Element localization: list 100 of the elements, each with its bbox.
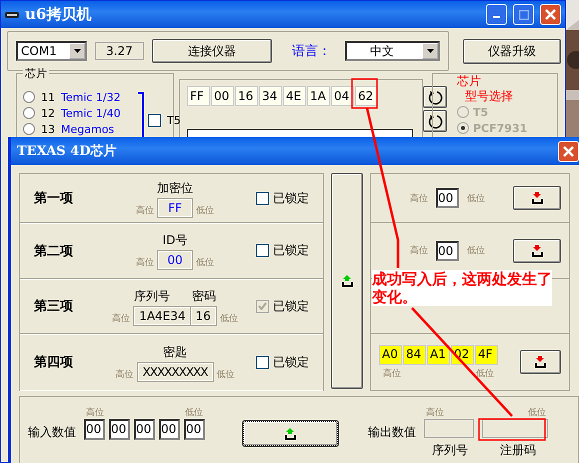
refresh-icon xyxy=(428,90,442,104)
checkbox-label: T5 xyxy=(167,114,181,127)
hex-field[interactable]: 16 xyxy=(235,86,258,106)
value-field[interactable]: 00 xyxy=(436,240,459,260)
radio-button[interactable] xyxy=(23,123,35,135)
high-label: 高位 xyxy=(86,408,104,418)
port-dropdown[interactable]: COM1 xyxy=(16,41,88,61)
refresh-button[interactable] xyxy=(423,110,447,132)
write-button[interactable] xyxy=(243,421,338,446)
value-field: FF xyxy=(158,198,192,216)
field-caption: 密匙 xyxy=(163,344,187,360)
item-label: 第二项 xyxy=(33,242,74,260)
refresh-button[interactable] xyxy=(423,86,447,108)
upload-icon xyxy=(340,275,354,287)
low-label: 低位 xyxy=(216,368,234,380)
checkbox[interactable] xyxy=(148,114,161,127)
hex-field[interactable]: 4E xyxy=(283,86,306,106)
dropdown-caret-icon xyxy=(74,49,81,53)
minimize-button[interactable] xyxy=(486,4,507,25)
field-caption: 序列号 xyxy=(432,442,468,459)
low-label: 低位 xyxy=(528,408,546,418)
checkmark-icon xyxy=(258,302,267,310)
upgrade-button[interactable]: 仪器升级 xyxy=(463,38,561,64)
high-label: 高位 xyxy=(116,368,134,380)
highlight-box xyxy=(478,418,546,441)
value-field[interactable]: 00 xyxy=(436,188,459,208)
group-subtitle: 型号选择 xyxy=(464,89,514,104)
upload-icon xyxy=(283,428,298,440)
checkbox[interactable] xyxy=(256,192,269,204)
read-button[interactable] xyxy=(513,186,561,210)
input-label: 输入数值 xyxy=(28,424,76,441)
read-button[interactable] xyxy=(513,238,561,262)
output-field xyxy=(424,419,474,438)
group-title: 芯片 xyxy=(457,74,482,89)
checkbox[interactable] xyxy=(256,244,269,257)
value-field: 4F xyxy=(475,344,498,364)
refresh-icon xyxy=(428,114,442,128)
high-label: 高位 xyxy=(136,256,154,269)
high-label: 高位 xyxy=(410,244,428,257)
low-label: 低位 xyxy=(196,204,214,216)
window-title: u6拷贝机 xyxy=(25,5,92,24)
download-icon xyxy=(530,244,544,256)
dialog-title: TEXAS 4D芯片 xyxy=(17,143,117,160)
checkbox[interactable] xyxy=(256,356,269,368)
option-number: 12 xyxy=(41,106,55,120)
maximize-icon xyxy=(518,10,528,20)
input-field[interactable]: 00 xyxy=(134,419,155,440)
hex-field[interactable]: FF xyxy=(187,86,210,106)
low-label: 低位 xyxy=(220,312,238,324)
item-label: 第一项 xyxy=(33,190,74,207)
output-field xyxy=(482,419,548,438)
write-button[interactable] xyxy=(331,173,363,389)
read-button[interactable] xyxy=(520,350,561,374)
hex-field[interactable]: 1A xyxy=(307,86,330,106)
low-label: 低位 xyxy=(185,408,203,418)
group-title: 芯片 xyxy=(23,66,49,81)
value-field: 00 xyxy=(158,251,192,269)
input-field[interactable]: 00 xyxy=(184,419,205,440)
radio-button[interactable] xyxy=(23,91,35,103)
field-caption: 注册码 xyxy=(500,442,536,459)
low-label: 低位 xyxy=(467,192,485,204)
option-label: Megamos xyxy=(61,122,114,136)
input-field[interactable]: 00 xyxy=(159,419,180,440)
high-label: 高位 xyxy=(426,408,444,418)
value-field: 84 xyxy=(403,344,426,364)
field-caption: 密码 xyxy=(192,288,216,304)
low-label: 低位 xyxy=(196,256,214,269)
hex-field[interactable]: 00 xyxy=(211,86,234,106)
option-label: PCF7931 xyxy=(473,120,528,136)
option-number: 11 xyxy=(41,90,55,104)
option-label: Temic 1/40 xyxy=(61,106,121,120)
maximize-button[interactable] xyxy=(513,4,534,25)
hex-field[interactable]: 04 xyxy=(331,86,354,106)
input-field[interactable]: 00 xyxy=(84,419,105,440)
annotation-note: 成功写入后，这两处发生了变化。 xyxy=(372,270,552,306)
language-dropdown[interactable]: 中文 xyxy=(345,41,440,61)
close-button[interactable] xyxy=(558,140,579,162)
highlight-box xyxy=(351,78,378,109)
close-button[interactable] xyxy=(540,4,561,25)
dropdown-caret-icon xyxy=(426,49,434,53)
checkbox-label: 已锁定 xyxy=(273,298,309,314)
checkbox-label: 已锁定 xyxy=(273,190,309,206)
value-field: 16 xyxy=(190,306,216,324)
high-label: 高位 xyxy=(112,312,130,324)
hex-field[interactable]: 34 xyxy=(259,86,282,106)
checkbox-label: 已锁定 xyxy=(273,354,309,370)
low-label: 低位 xyxy=(467,244,485,257)
input-field[interactable]: 00 xyxy=(109,419,130,440)
radio-button[interactable] xyxy=(23,107,35,119)
output-label: 输出数值 xyxy=(368,424,416,441)
hex-field[interactable]: 62 xyxy=(355,86,378,106)
checkbox-label: 已锁定 xyxy=(273,242,309,259)
option-number: 13 xyxy=(41,122,55,136)
item-label: 第三项 xyxy=(33,298,74,315)
connect-button[interactable]: 连接仪器 xyxy=(152,39,272,63)
close-icon xyxy=(545,9,556,20)
field-caption: 序列号 xyxy=(134,288,170,304)
option-label: Temic 1/32 xyxy=(61,90,121,104)
option-label: T5 xyxy=(473,104,488,120)
field-caption: 加密位 xyxy=(157,180,193,196)
